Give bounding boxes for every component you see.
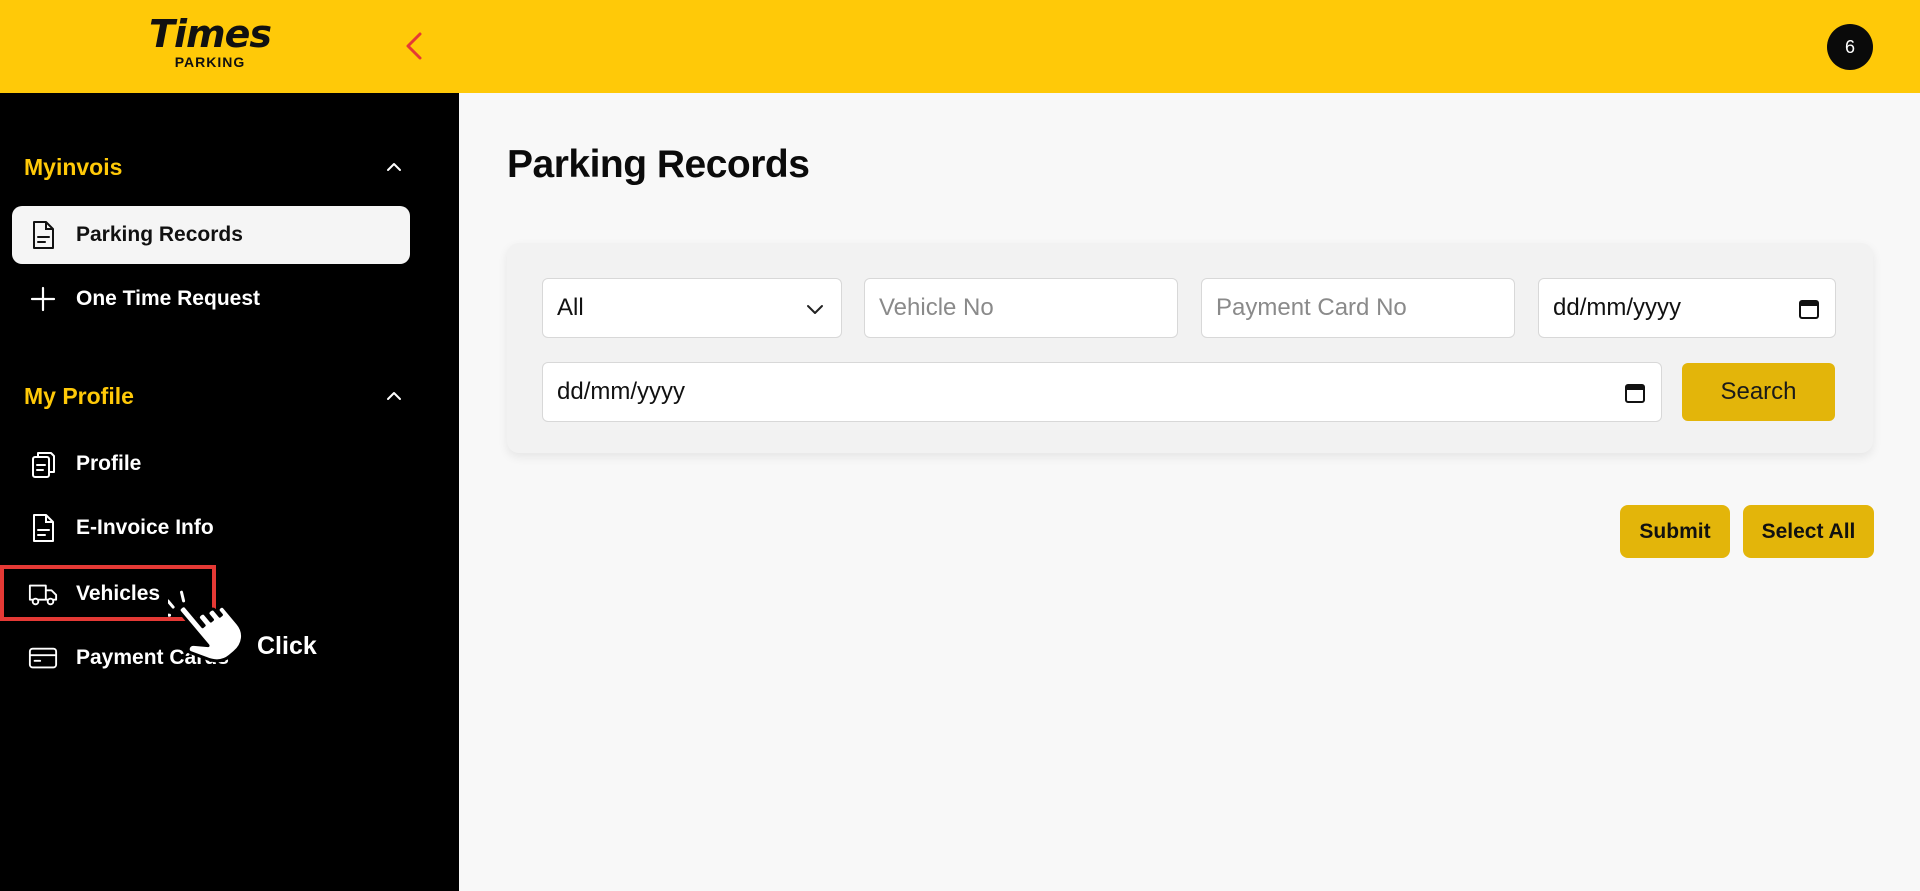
- date-to-input[interactable]: dd/mm/yyyy: [542, 362, 1662, 422]
- times-parking-logo[interactable]: Times PARKING: [145, 14, 275, 76]
- section-title-my-profile: My Profile: [24, 382, 134, 409]
- section-title-myinvois: Myinvois: [24, 153, 123, 180]
- top-bar: Times PARKING 6: [0, 0, 1920, 93]
- chevron-left-icon: [406, 32, 422, 60]
- avatar-badge-text: 6: [1844, 36, 1855, 57]
- vehicle-no-placeholder: Vehicle No: [879, 294, 994, 321]
- pointing-hand-icon: [159, 590, 248, 670]
- sidebar-item-label: One Time Request: [76, 287, 260, 310]
- search-button[interactable]: Search: [1682, 363, 1835, 421]
- calendar-icon[interactable]: [1623, 381, 1647, 405]
- select-all-button-label: Select All: [1761, 519, 1856, 543]
- chevron-up-icon: [387, 163, 401, 171]
- chevron-up-icon: [387, 392, 401, 400]
- click-annotation-label: Click: [257, 632, 317, 660]
- sidebar-item-e-invoice-info[interactable]: E-Invoice Info: [12, 499, 410, 557]
- logo-sub-text: PARKING: [174, 54, 246, 70]
- filter-card: All Vehicle No Payment Card No dd/mm/yyy…: [507, 243, 1873, 453]
- sidebar-item-label: Parking Records: [76, 223, 243, 246]
- credit-card-icon: [28, 643, 58, 673]
- user-avatar[interactable]: 6: [1827, 24, 1873, 70]
- collapse-sidebar-button[interactable]: [398, 28, 432, 64]
- clipboard-icon: [28, 449, 58, 479]
- submit-button[interactable]: Submit: [1620, 505, 1730, 558]
- date-to-value: dd/mm/yyyy: [557, 378, 686, 405]
- sidebar: Myinvois Parking Records One Time Reques…: [0, 93, 459, 891]
- vehicle-no-input[interactable]: Vehicle No: [864, 278, 1178, 338]
- sidebar-item-parking-records[interactable]: Parking Records: [12, 206, 410, 264]
- sidebar-item-profile[interactable]: Profile: [12, 435, 410, 493]
- logo-main-text: Times: [149, 12, 272, 56]
- sidebar-item-label: Vehicles: [76, 582, 161, 605]
- section-myinvois-toggle[interactable]: Myinvois: [24, 150, 404, 184]
- plus-icon: [28, 284, 58, 314]
- record-type-select[interactable]: All: [542, 278, 842, 338]
- search-button-label: Search: [1720, 378, 1797, 405]
- submit-button-label: Submit: [1639, 519, 1711, 543]
- chevron-down-icon: [807, 305, 823, 314]
- page-title: Parking Records: [507, 143, 810, 186]
- document-icon: [28, 513, 58, 543]
- select-value: All: [557, 294, 584, 321]
- payment-card-no-input[interactable]: Payment Card No: [1201, 278, 1515, 338]
- calendar-icon[interactable]: [1797, 297, 1821, 321]
- payment-card-no-placeholder: Payment Card No: [1216, 294, 1407, 321]
- main-content: Parking Records All Vehicle No Payment C…: [459, 93, 1920, 891]
- sidebar-item-one-time-request[interactable]: One Time Request: [12, 270, 410, 328]
- section-my-profile-toggle[interactable]: My Profile: [24, 379, 404, 413]
- sidebar-item-label: E-Invoice Info: [76, 516, 214, 539]
- select-all-button[interactable]: Select All: [1743, 505, 1874, 558]
- truck-icon: [28, 579, 58, 609]
- document-icon: [28, 220, 58, 250]
- date-from-value: dd/mm/yyyy: [1553, 294, 1682, 321]
- date-from-input[interactable]: dd/mm/yyyy: [1538, 278, 1836, 338]
- sidebar-item-label: Profile: [76, 452, 142, 475]
